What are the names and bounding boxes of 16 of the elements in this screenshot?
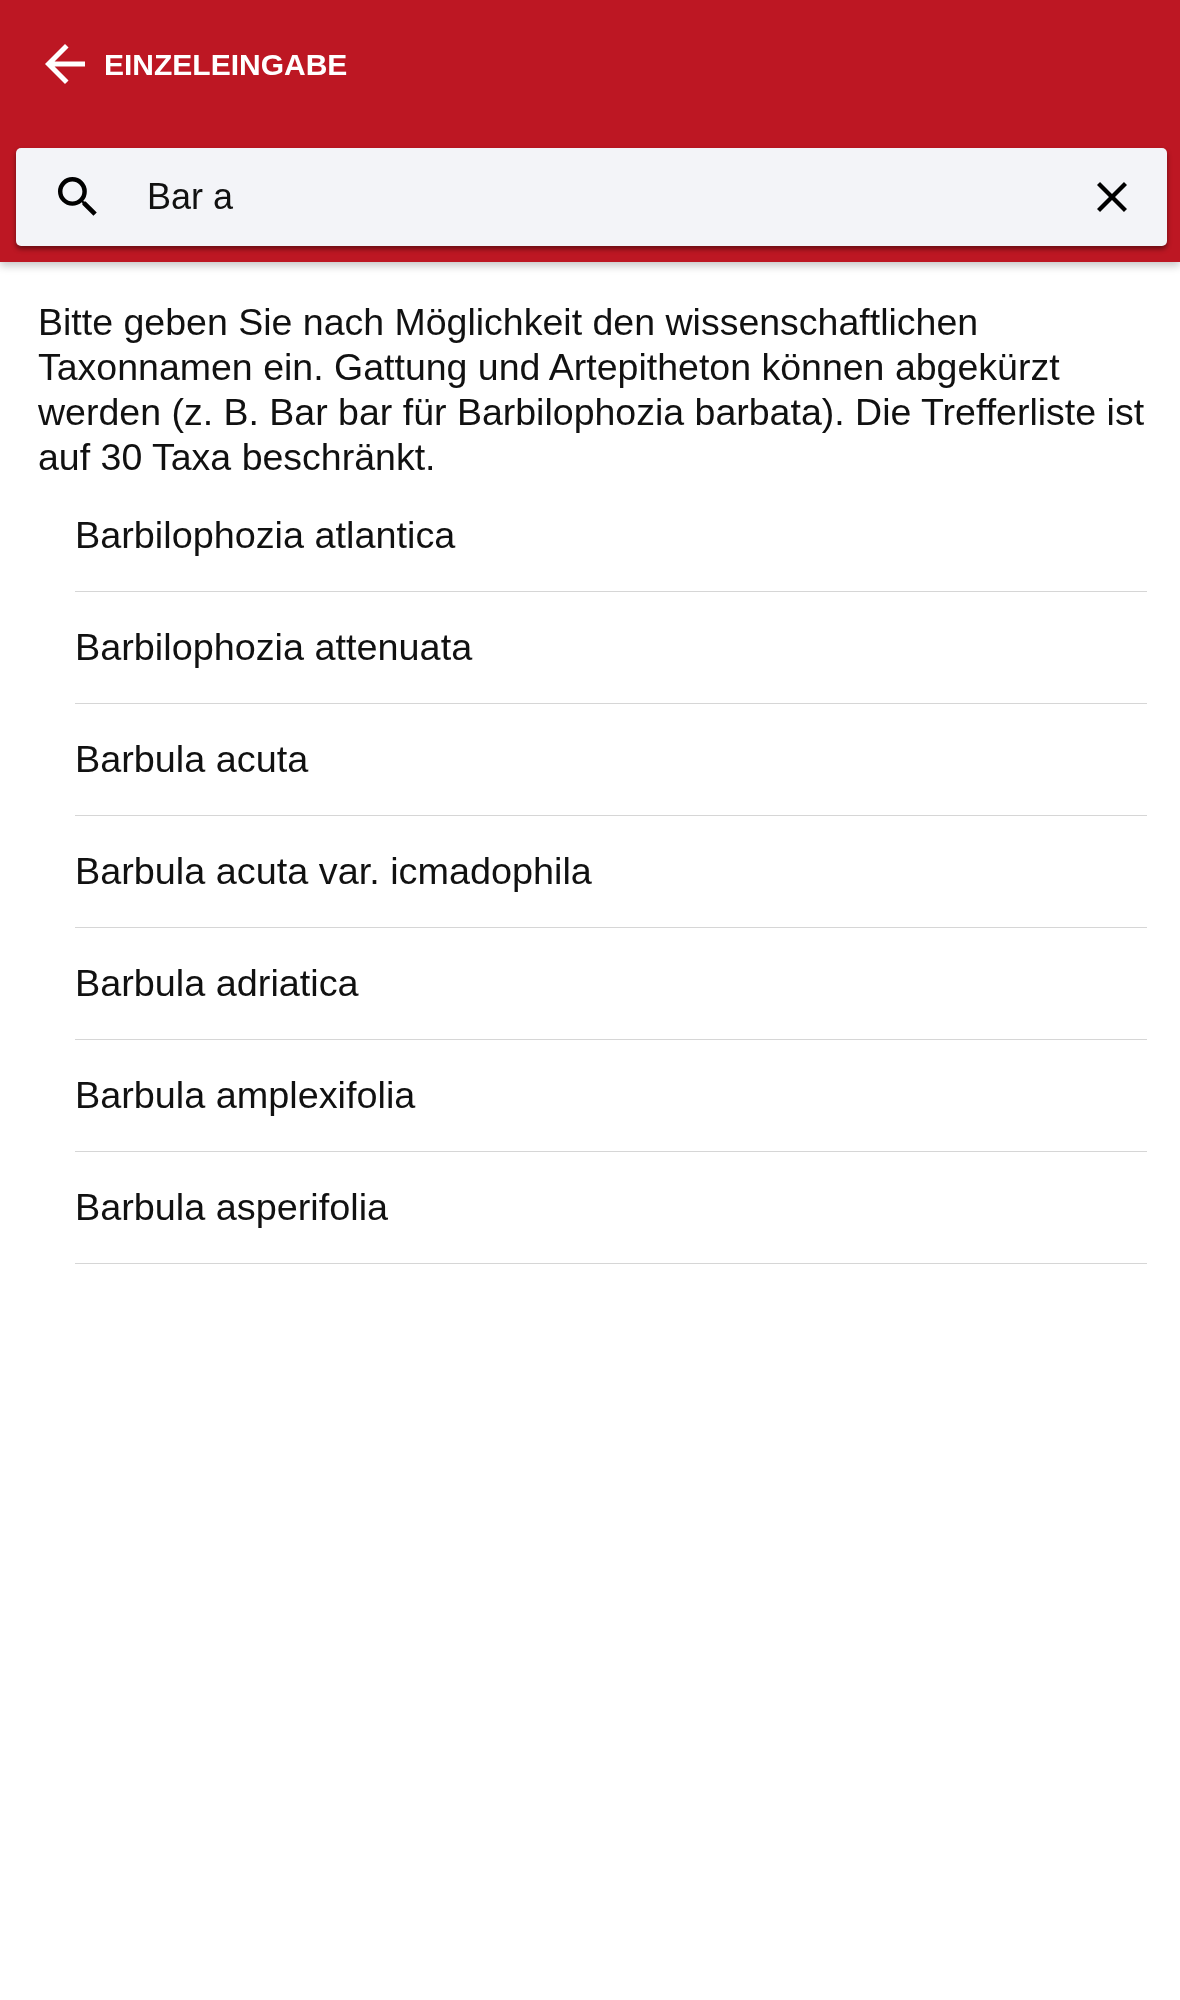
clear-button[interactable]	[1097, 182, 1127, 212]
search-field[interactable]: Bar a	[16, 148, 1167, 246]
back-button[interactable]	[44, 44, 86, 84]
result-item[interactable]: Barbilophozia atlantica	[75, 480, 1147, 592]
back-arrow-icon	[44, 44, 86, 84]
close-icon	[1097, 182, 1127, 212]
search-input[interactable]: Bar a	[147, 172, 1077, 222]
screen-title: EINZELEINGABE	[104, 46, 348, 83]
result-item[interactable]: Barbula acuta var. icmadophila	[75, 816, 1147, 928]
instruction-text: Bitte geben Sie nach Möglichkeit den wissenschaftlichen Taxonnamen ein. Gattung und Artepitheton können abgekürzt werden (z. B. Bar bar für Barbilophozia barbata). Die Trefferliste ist auf 30 Taxa beschränkt.	[37, 300, 1146, 480]
result-item[interactable]: Barbula acuta	[75, 704, 1147, 816]
result-item[interactable]: Barbilophozia attenuata	[75, 592, 1147, 704]
result-item[interactable]: Barbula amplexifolia	[75, 1040, 1147, 1152]
result-item[interactable]: Barbula asperifolia	[75, 1152, 1147, 1264]
result-item[interactable]: Barbula adriatica	[75, 928, 1147, 1040]
search-icon	[58, 176, 99, 218]
